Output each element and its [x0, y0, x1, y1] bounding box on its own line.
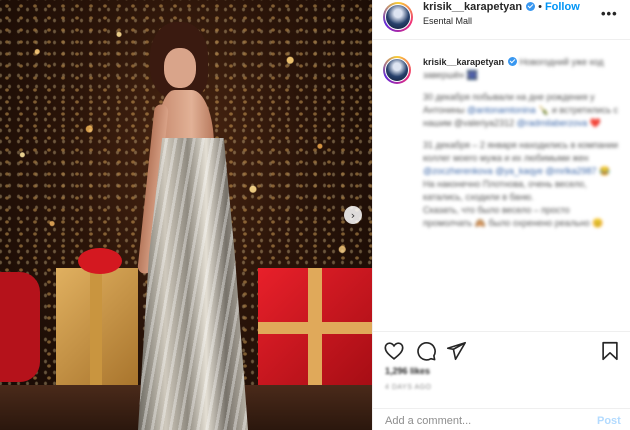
carousel-next-button[interactable]: ›	[344, 206, 362, 224]
location-link[interactable]: Esental Mall	[423, 16, 472, 26]
mention-link[interactable]: @antonamtonina	[467, 105, 536, 115]
caption: krisik__karapetyan Новогодний уже код за…	[423, 56, 619, 230]
heart-emoji: ❤️	[589, 118, 602, 128]
post-photo[interactable]: ›	[0, 0, 372, 430]
post-actions	[373, 334, 630, 366]
follow-button[interactable]: Follow	[545, 1, 580, 13]
gift-box	[258, 268, 372, 390]
comment-input[interactable]	[385, 415, 575, 427]
verified-badge-icon	[508, 57, 518, 66]
mention-link[interactable]: @ya_kaqye @mrlka2987	[495, 166, 596, 176]
face	[164, 48, 196, 88]
gift-box	[0, 272, 40, 382]
more-options-icon[interactable]: •••	[601, 6, 618, 21]
caption-username[interactable]: krisik__karapetyan	[423, 57, 504, 67]
woman-figure	[128, 18, 258, 430]
post-header: krisik__karapetyan • Follow Esental Mall •…	[373, 0, 630, 40]
post-date[interactable]: 4 DAYS AGO	[385, 384, 432, 391]
author-username[interactable]: krisik__karapetyan	[423, 1, 522, 13]
bookmark-icon[interactable]	[599, 340, 621, 362]
heart-icon[interactable]	[383, 340, 405, 362]
comments-area[interactable]: krisik__karapetyan Новогодний уже код за…	[373, 40, 630, 332]
likes-count[interactable]: 1,296 likes	[385, 366, 430, 376]
comment-icon[interactable]	[415, 340, 437, 362]
caption-paragraph: 30 декабря побывали на дне рождения у Ан…	[423, 91, 619, 130]
gift-box	[56, 268, 138, 388]
author-line: krisik__karapetyan • Follow	[423, 1, 580, 13]
gift-bow	[78, 248, 122, 274]
verified-badge-icon	[526, 2, 536, 11]
mention-link[interactable]: @radmilaberzova	[517, 118, 588, 128]
post-comment-button[interactable]: Post	[597, 415, 621, 427]
avatar	[385, 4, 411, 30]
add-comment-bar: Post	[373, 408, 630, 430]
caption-text: На наконечно Плотнова, очень весело, кат…	[423, 179, 587, 202]
mention-link[interactable]: @zoczherenkova	[423, 166, 493, 176]
chevron-right-icon: ›	[350, 208, 356, 222]
post-side-panel: krisik__karapetyan • Follow Esental Mall •…	[372, 0, 630, 430]
share-icon[interactable]	[445, 340, 467, 362]
caption-avatar[interactable]	[383, 56, 411, 84]
avatar	[385, 58, 409, 82]
caption-text: 31 декабря – 2 января находились в компа…	[423, 140, 619, 163]
avatar-story-ring[interactable]	[383, 2, 413, 32]
instagram-post-modal: › krisik__karapetyan • Follow Esental Mall…	[0, 0, 630, 430]
caption-paragraph: 31 декабря – 2 января находились в компа…	[423, 139, 619, 230]
laugh-emoji: 😂	[599, 166, 611, 176]
caption-text: Сказать, что было весело – просто промол…	[423, 205, 604, 228]
separator: •	[538, 1, 542, 13]
